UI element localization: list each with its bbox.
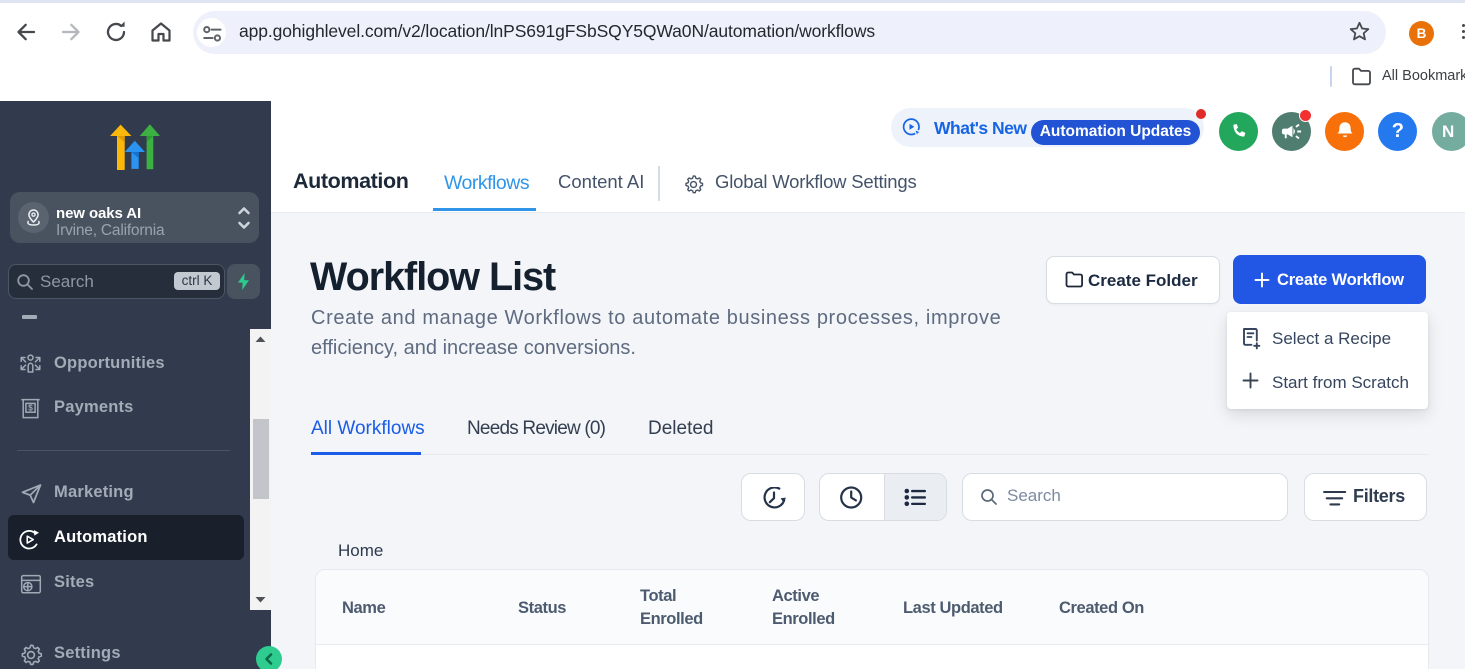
svg-text:$: $ [28, 403, 33, 413]
